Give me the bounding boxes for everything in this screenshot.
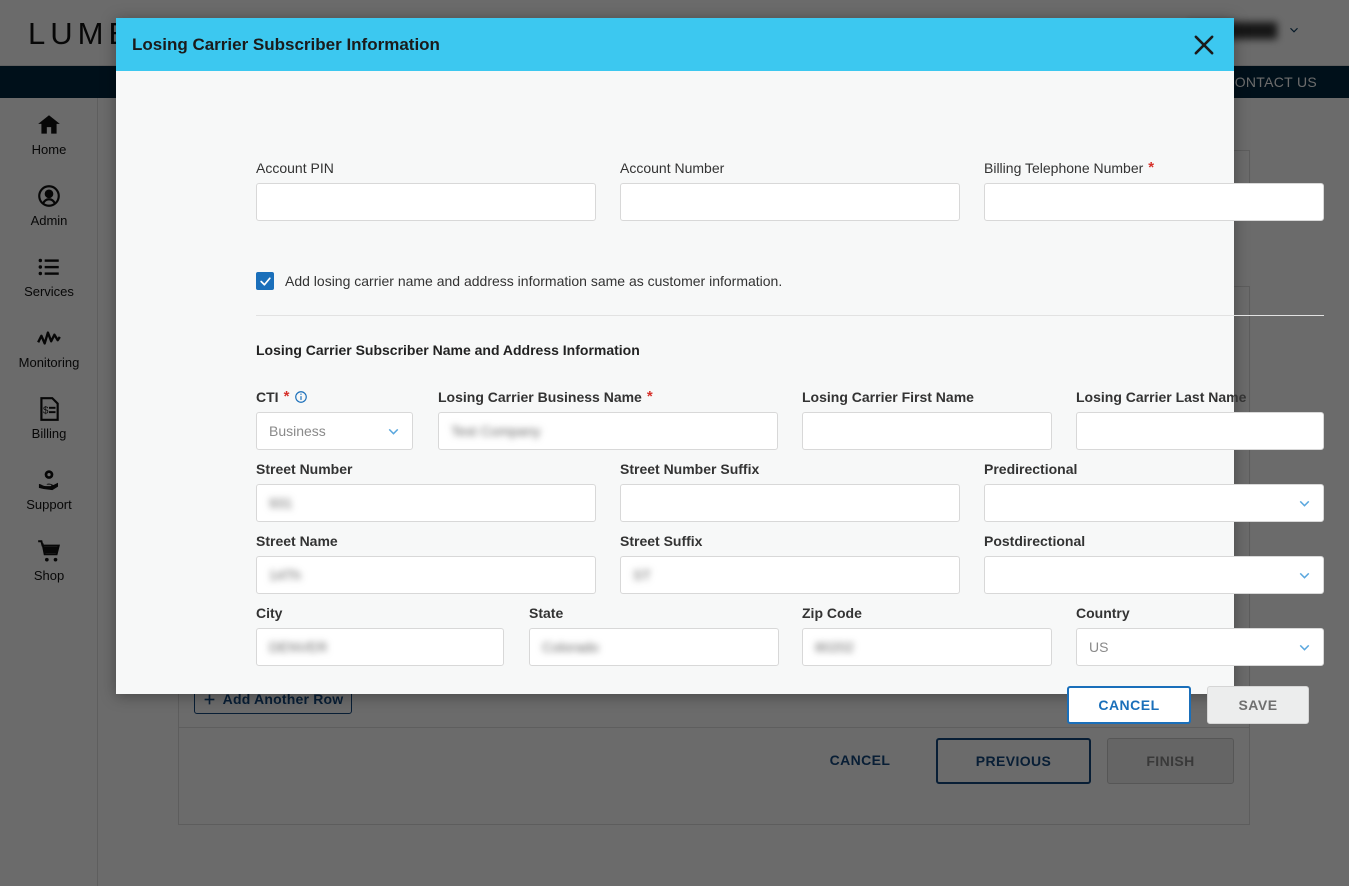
losing-carrier-last-name-label: Losing Carrier Last Name xyxy=(1076,389,1247,405)
country-group: Country US xyxy=(1076,605,1324,666)
street-number-label: Street Number xyxy=(256,461,353,477)
predirectional-group: Predirectional xyxy=(984,461,1324,522)
city-group: City DENVER xyxy=(256,605,504,666)
section-divider xyxy=(256,315,1324,316)
zip-code-label: Zip Code xyxy=(802,605,862,621)
losing-carrier-first-name-label: Losing Carrier First Name xyxy=(802,389,974,405)
billing-telephone-number-group: Billing Telephone Number * xyxy=(984,160,1324,221)
street-number-suffix-label: Street Number Suffix xyxy=(620,461,760,477)
info-icon[interactable] xyxy=(294,390,308,404)
losing-carrier-business-name-input[interactable]: Test Company xyxy=(438,412,778,450)
account-pin-input[interactable] xyxy=(256,183,596,221)
postdirectional-label: Postdirectional xyxy=(984,533,1086,549)
predirectional-select[interactable] xyxy=(984,484,1324,522)
street-number-suffix-input[interactable] xyxy=(620,484,960,522)
modal-title: Losing Carrier Subscriber Information xyxy=(132,35,440,54)
street-suffix-label: Street Suffix xyxy=(620,533,703,549)
required-asterisk: * xyxy=(283,388,290,405)
losing-carrier-business-name-group: Losing Carrier Business Name * Test Comp… xyxy=(438,389,778,450)
street-name-group: Street Name 14Th xyxy=(256,533,596,594)
chevron-down-icon xyxy=(1299,644,1310,651)
losing-carrier-last-name-input[interactable] xyxy=(1076,412,1324,450)
street-number-suffix-group: Street Number Suffix xyxy=(620,461,960,522)
account-number-label: Account Number xyxy=(620,160,725,176)
street-number-input[interactable]: 931 xyxy=(256,484,596,522)
close-icon[interactable] xyxy=(1190,31,1218,59)
losing-carrier-first-name-group: Losing Carrier First Name xyxy=(802,389,1052,450)
section-title: Losing Carrier Subscriber Name and Addre… xyxy=(256,342,640,358)
state-input[interactable]: Colorado xyxy=(529,628,779,666)
street-name-label: Street Name xyxy=(256,533,338,549)
billing-telephone-number-input[interactable] xyxy=(984,183,1324,221)
required-asterisk: * xyxy=(1148,159,1155,176)
street-number-group: Street Number 931 xyxy=(256,461,596,522)
losing-carrier-first-name-input[interactable] xyxy=(802,412,1052,450)
account-number-group: Account Number xyxy=(620,160,960,221)
losing-carrier-business-name-label: Losing Carrier Business Name * xyxy=(438,388,653,406)
city-input[interactable]: DENVER xyxy=(256,628,504,666)
modal-header: Losing Carrier Subscriber Information xyxy=(116,18,1234,71)
account-pin-group: Account PIN xyxy=(256,160,596,221)
account-number-input[interactable] xyxy=(620,183,960,221)
chevron-down-icon xyxy=(388,428,399,435)
street-suffix-input[interactable]: ST xyxy=(620,556,960,594)
chevron-down-icon xyxy=(1299,572,1310,579)
postdirectional-group: Postdirectional xyxy=(984,533,1324,594)
cti-group: CTI * Business xyxy=(256,389,413,450)
zip-code-input[interactable]: 80202 xyxy=(802,628,1052,666)
cti-label: CTI * xyxy=(256,389,413,405)
street-name-input[interactable]: 14Th xyxy=(256,556,596,594)
losing-carrier-subscriber-modal: Losing Carrier Subscriber Information Ac… xyxy=(116,18,1324,724)
required-asterisk: * xyxy=(646,388,653,405)
zip-code-group: Zip Code 80202 xyxy=(802,605,1052,666)
postdirectional-select[interactable] xyxy=(984,556,1324,594)
chevron-down-icon xyxy=(1299,500,1310,507)
checkbox-checked-icon[interactable] xyxy=(256,272,274,290)
modal-cancel-button[interactable]: CANCEL xyxy=(1067,686,1191,724)
state-label: State xyxy=(529,605,564,621)
cti-select[interactable]: Business xyxy=(256,412,413,450)
state-group: State Colorado xyxy=(529,605,779,666)
billing-telephone-number-label: Billing Telephone Number * xyxy=(984,159,1155,177)
losing-carrier-last-name-group: Losing Carrier Last Name xyxy=(1076,389,1324,450)
street-suffix-group: Street Suffix ST xyxy=(620,533,960,594)
country-label: Country xyxy=(1076,605,1130,621)
same-as-customer-label: Add losing carrier name and address info… xyxy=(285,273,783,289)
account-pin-label: Account PIN xyxy=(256,160,334,176)
modal-save-button[interactable]: SAVE xyxy=(1207,686,1309,724)
app-root: LUMEN █████████ CONTACT US Home Admin Se… xyxy=(0,0,1349,886)
predirectional-label: Predirectional xyxy=(984,461,1078,477)
city-label: City xyxy=(256,605,283,621)
same-as-customer-checkbox-row[interactable]: Add losing carrier name and address info… xyxy=(256,272,782,290)
country-select[interactable]: US xyxy=(1076,628,1324,666)
